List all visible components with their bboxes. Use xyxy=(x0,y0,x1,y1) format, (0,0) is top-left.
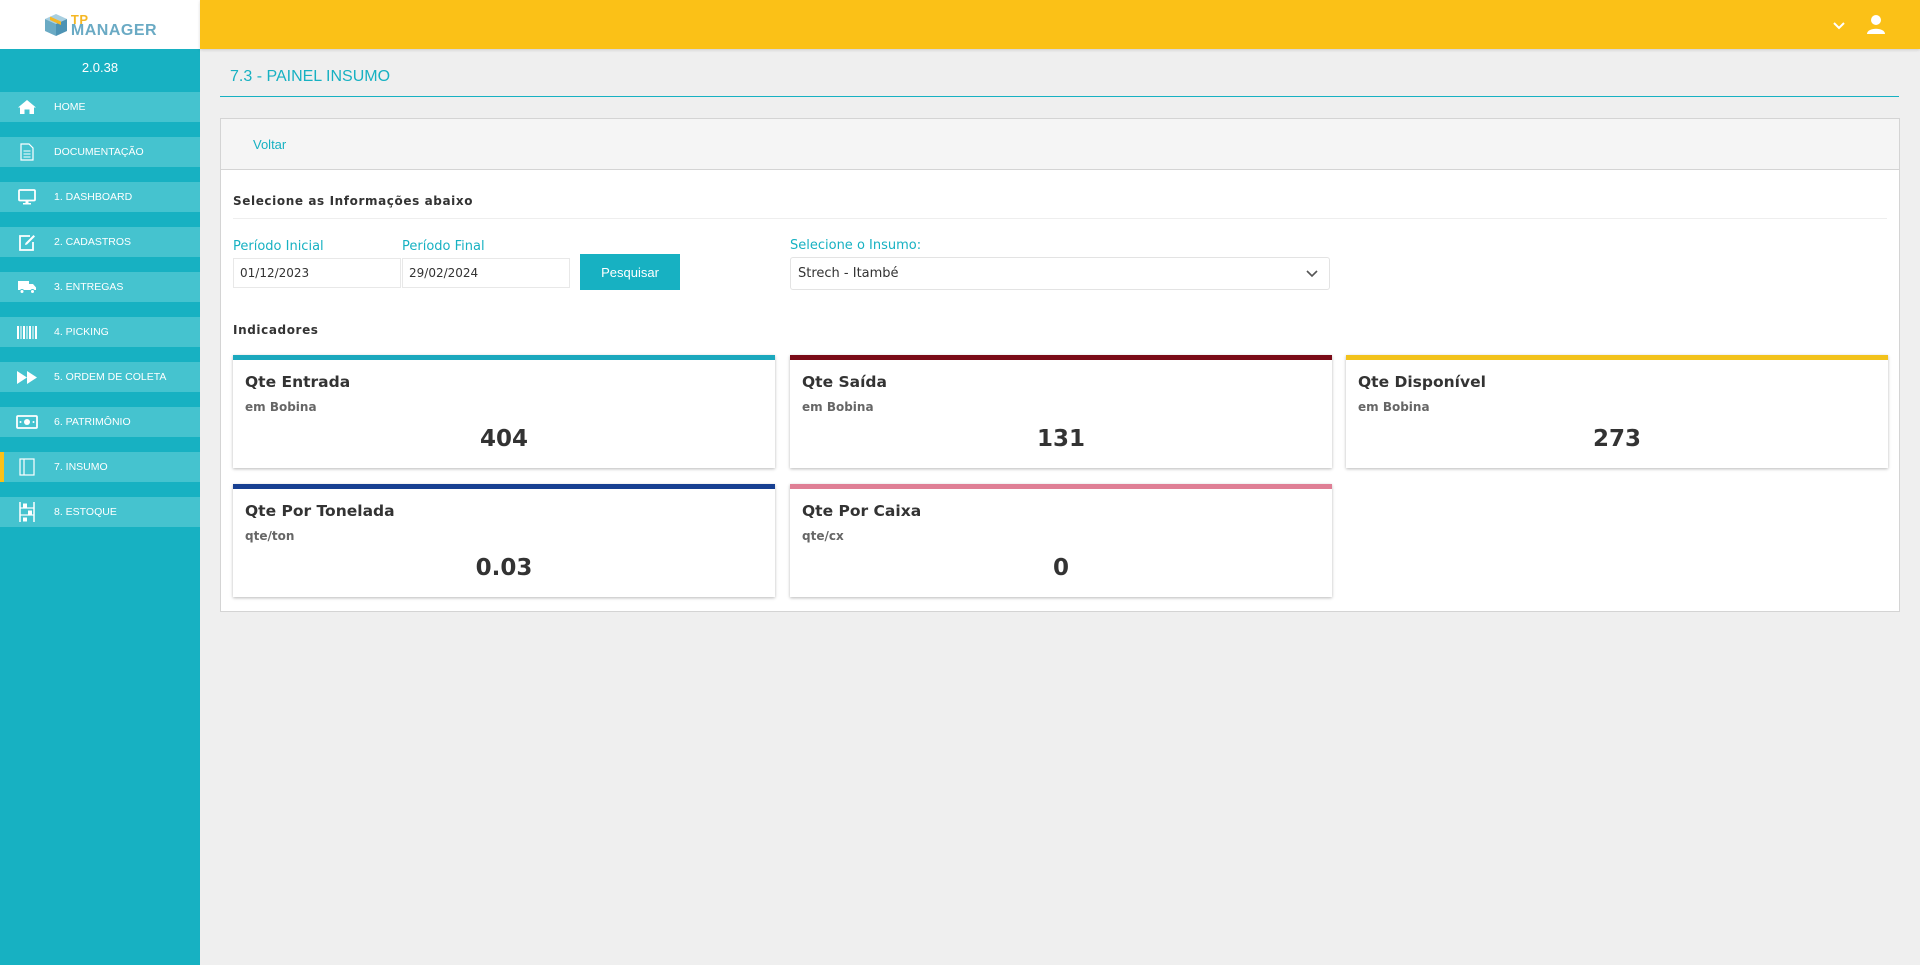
card-qte-saida: Qte Saída em Bobina 131 xyxy=(790,355,1332,468)
sidebar-item-patrimonio[interactable]: 6. PATRIMÔNIO xyxy=(0,407,200,437)
sidebar-item-label: DOCUMENTAÇÃO xyxy=(54,146,144,158)
card-subtitle: qte/cx xyxy=(802,529,844,543)
card-title: Qte Por Caixa xyxy=(802,502,922,520)
sidebar-item-label: 6. PATRIMÔNIO xyxy=(54,416,131,428)
card-title: Qte Entrada xyxy=(245,373,351,391)
chevron-down-icon[interactable] xyxy=(1830,16,1848,34)
card-title: Qte Saída xyxy=(802,373,887,391)
logo[interactable]: TP MANAGER xyxy=(43,12,157,38)
edit-icon xyxy=(0,234,54,251)
back-link[interactable]: Voltar xyxy=(253,137,286,152)
card-value: 404 xyxy=(479,426,528,452)
card-subtitle: em Bobina xyxy=(802,400,874,414)
sidebar-item-documentacao[interactable]: DOCUMENTAÇÃO xyxy=(0,137,200,167)
filters-title: Selecione as Informações abaixo xyxy=(233,194,474,208)
sidebar-item-label: 3. ENTREGAS xyxy=(54,281,124,293)
page-title: 7.3 - PAINEL INSUMO xyxy=(230,68,391,85)
start-date-label: Período Inicial xyxy=(233,239,324,254)
monitor-icon xyxy=(0,189,54,205)
sidebar-item-label: 4. PICKING xyxy=(54,326,109,338)
top-bar xyxy=(200,0,1920,49)
card-value: 0.03 xyxy=(475,555,533,581)
sidebar-item-label: HOME xyxy=(54,101,86,113)
end-date-input[interactable]: 29/02/2024 xyxy=(402,258,570,288)
sidebar-item-cadastros[interactable]: 2. CADASTROS xyxy=(0,227,200,257)
sidebar-item-label: 2. CADASTROS xyxy=(54,236,132,248)
card-subtitle: em Bobina xyxy=(245,400,317,414)
sidebar-item-home[interactable]: HOME xyxy=(0,92,200,122)
logo-area: TP MANAGER xyxy=(0,0,200,49)
sidebar: TP MANAGER 2.0.38 HOME DOCUMENTAÇÃO 1. D… xyxy=(0,0,200,965)
logo-text-bottom: MANAGER xyxy=(70,21,158,39)
sidebar-item-label: 5. ORDEM DE COLETA xyxy=(54,371,167,383)
insumo-label: Selecione o Insumo: xyxy=(790,238,922,253)
sidebar-item-entregas[interactable]: 3. ENTREGAS xyxy=(0,272,200,302)
sidebar-item-ordem-de-coleta[interactable]: 5. ORDEM DE COLETA xyxy=(0,362,200,392)
sidebar-item-label: 7. INSUMO xyxy=(54,461,108,473)
barcode-icon xyxy=(0,325,54,340)
sidebar-item-insumo[interactable]: 7. INSUMO xyxy=(0,452,200,482)
indicators-title: Indicadores xyxy=(233,323,319,337)
panel-header: Voltar xyxy=(221,119,1899,170)
card-subtitle: qte/ton xyxy=(245,529,295,543)
card-value: 131 xyxy=(1036,426,1085,452)
fast-forward-icon xyxy=(0,370,54,385)
card-qte-por-caixa: Qte Por Caixa qte/cx 0 xyxy=(790,484,1332,597)
cube-logo-icon xyxy=(44,13,67,36)
book-icon xyxy=(0,458,54,476)
insumo-selected-value: Strech - Itambé xyxy=(798,266,899,281)
document-icon xyxy=(0,143,54,161)
sidebar-item-dashboard[interactable]: 1. DASHBOARD xyxy=(0,182,200,212)
start-date-input[interactable]: 01/12/2023 xyxy=(233,258,401,288)
sidebar-item-estoque[interactable]: 8. ESTOQUE xyxy=(0,497,200,527)
insumo-select[interactable]: Strech - Itambé xyxy=(790,257,1330,290)
home-icon xyxy=(0,99,54,115)
end-date-label: Período Final xyxy=(402,239,485,254)
shelves-icon xyxy=(0,501,54,523)
card-subtitle: em Bobina xyxy=(1358,400,1430,414)
title-divider xyxy=(220,96,1899,97)
truck-icon xyxy=(0,280,54,294)
sidebar-item-label: 1. DASHBOARD xyxy=(54,191,133,203)
card-qte-entrada: Qte Entrada em Bobina 404 xyxy=(233,355,775,468)
card-title: Qte Disponível xyxy=(1358,373,1486,391)
card-qte-disponivel: Qte Disponível em Bobina 273 xyxy=(1346,355,1888,468)
chevron-down-icon xyxy=(1306,270,1318,278)
panel: Voltar Selecione as Informações abaixo P… xyxy=(220,118,1900,612)
card-qte-por-tonelada: Qte Por Tonelada qte/ton 0.03 xyxy=(233,484,775,597)
card-value: 0 xyxy=(1052,555,1069,581)
filters-divider xyxy=(233,218,1887,219)
app-version: 2.0.38 xyxy=(81,60,119,75)
search-button[interactable]: Pesquisar xyxy=(580,254,680,290)
card-title: Qte Por Tonelada xyxy=(245,502,395,520)
sidebar-item-label: 8. ESTOQUE xyxy=(54,506,117,518)
card-value: 273 xyxy=(1592,426,1641,452)
money-icon xyxy=(0,415,54,429)
sidebar-item-picking[interactable]: 4. PICKING xyxy=(0,317,200,347)
user-icon[interactable] xyxy=(1865,13,1887,35)
